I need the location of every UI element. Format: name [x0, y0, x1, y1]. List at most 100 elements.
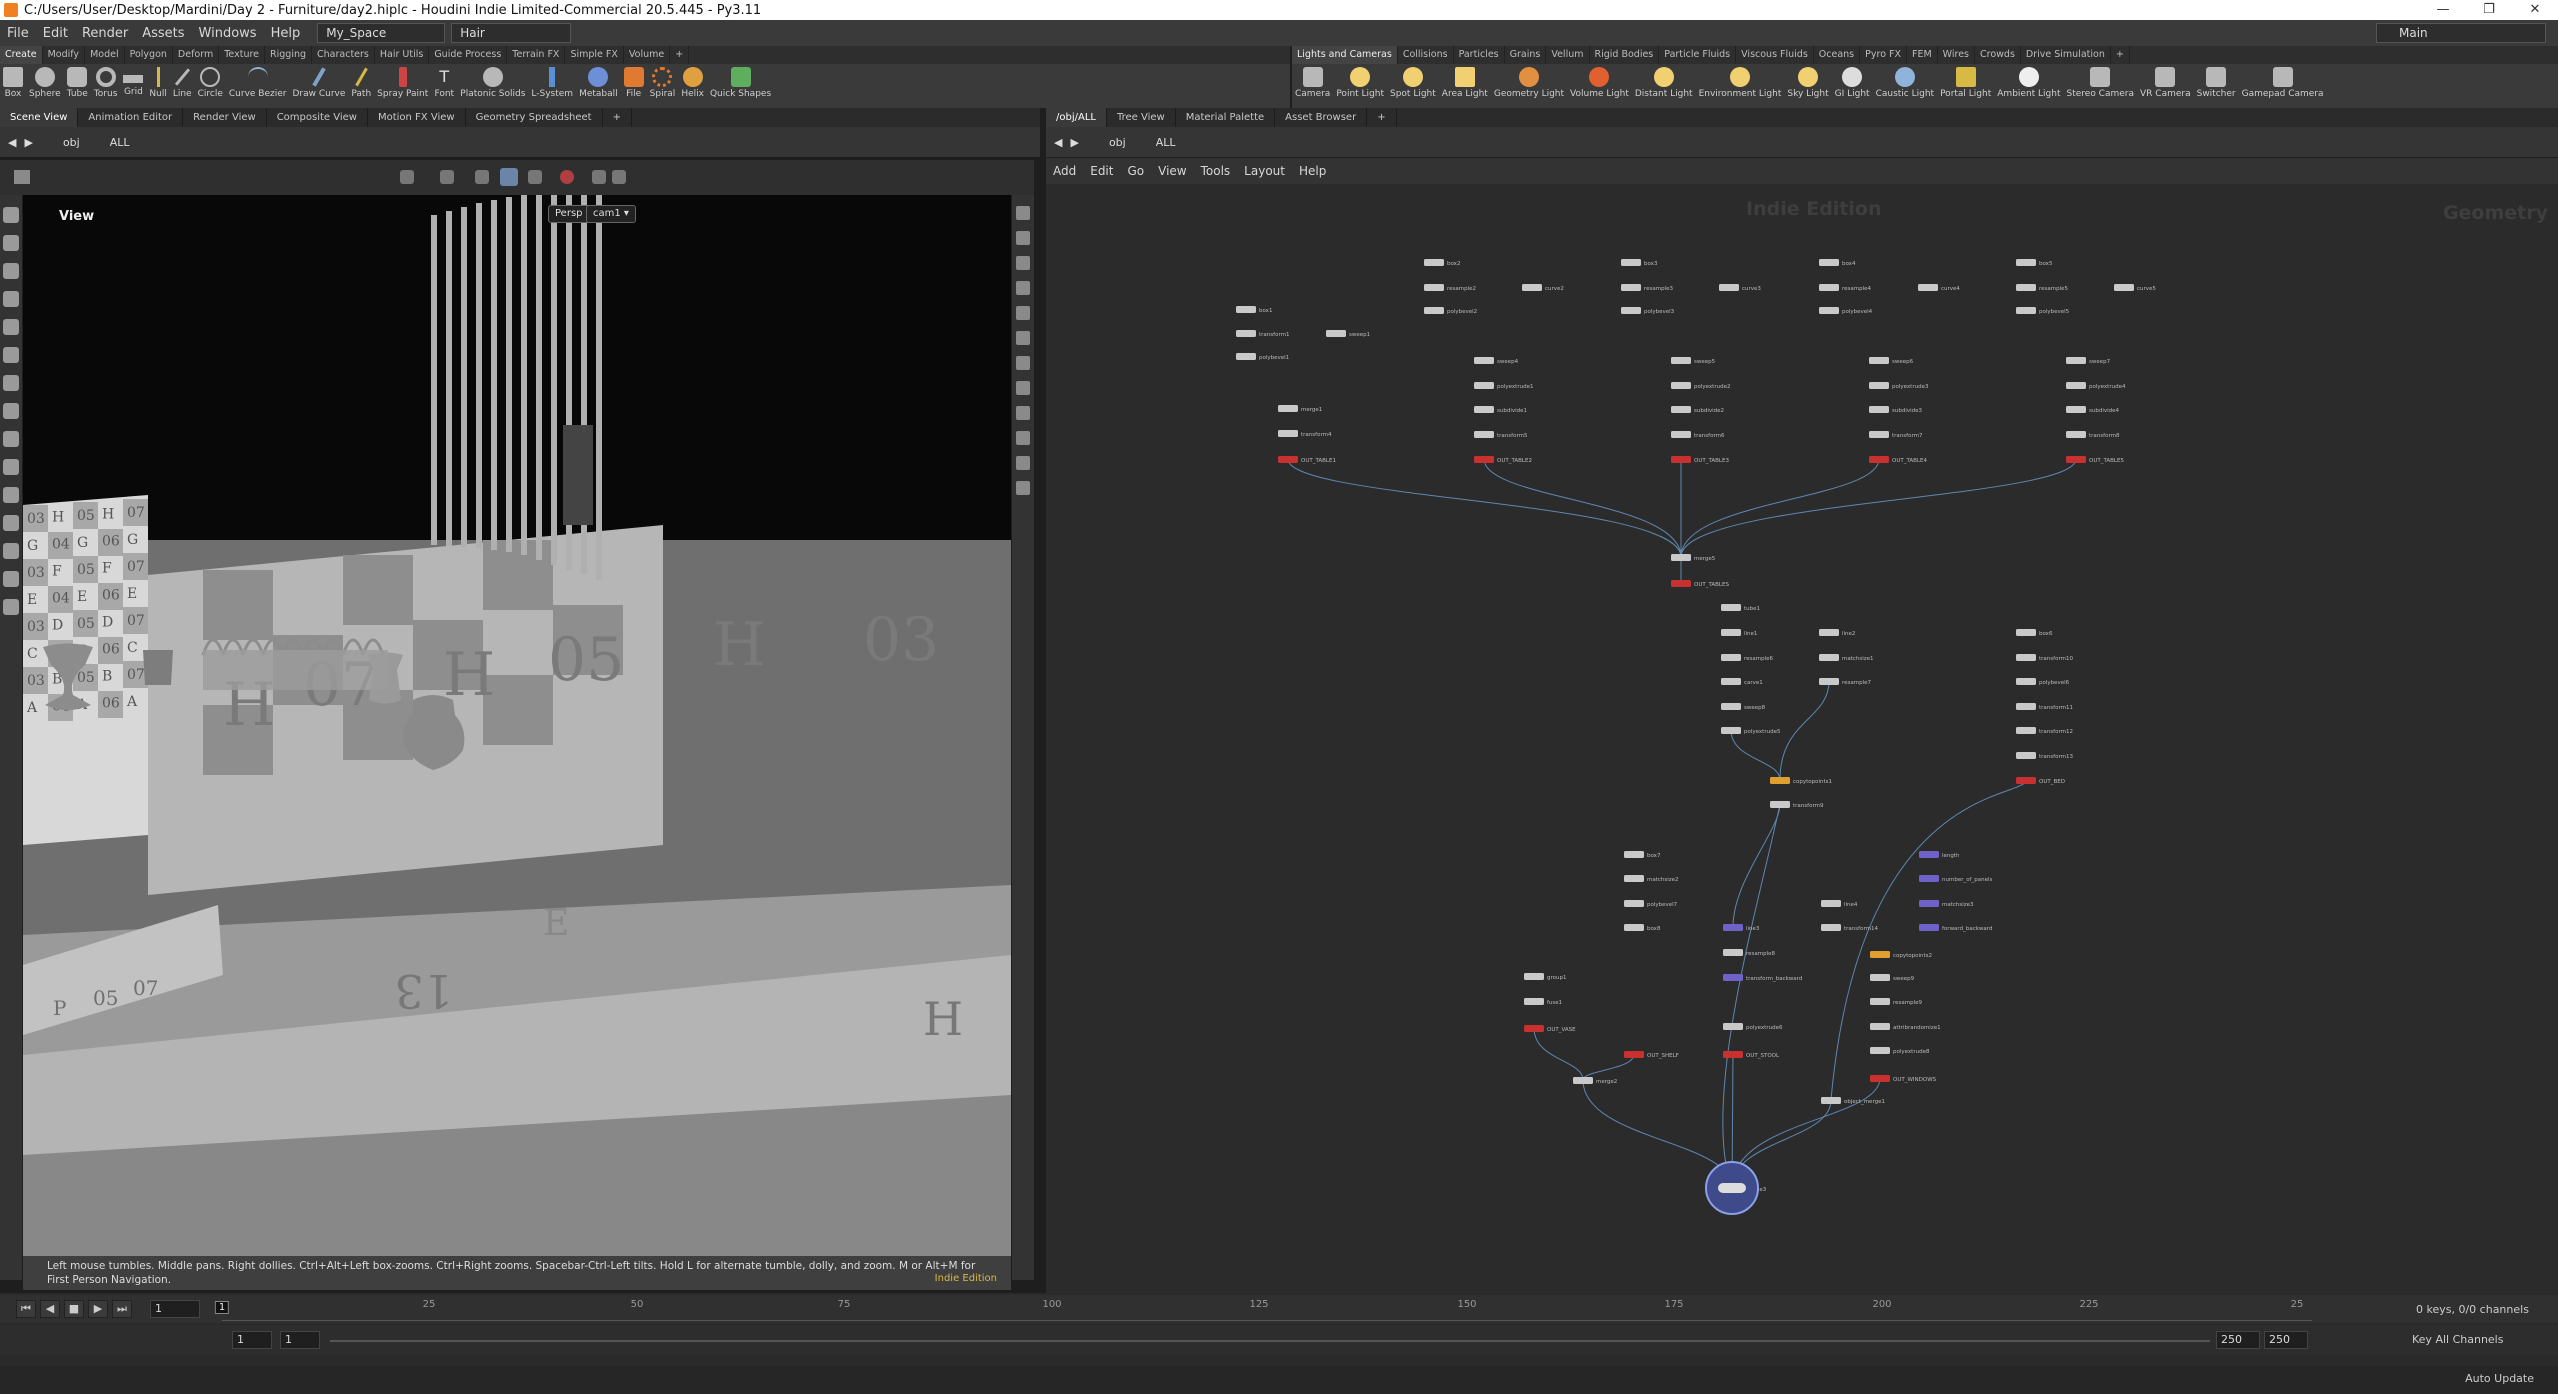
pose-icon[interactable] [3, 263, 19, 279]
tool-portal-light[interactable]: Portal Light [1937, 64, 1994, 99]
network-node[interactable]: copytopoints2 [1870, 951, 1932, 959]
net-menu-help[interactable]: Help [1292, 164, 1333, 178]
network-node[interactable]: fuse1 [1524, 998, 1562, 1006]
merge3-node-body[interactable] [1718, 1183, 1746, 1193]
record-icon[interactable] [560, 170, 574, 184]
tab-composite-view[interactable]: Composite View [267, 108, 368, 127]
node-body[interactable] [1671, 554, 1691, 561]
node-body[interactable] [2016, 284, 2036, 291]
range-start-field[interactable]: 1 [232, 1331, 272, 1349]
magnet-icon[interactable] [3, 487, 19, 503]
point-display-icon[interactable] [1016, 331, 1030, 345]
network-node[interactable]: polyextrude2 [1671, 382, 1730, 390]
network-node[interactable]: transform4 [1278, 430, 1332, 438]
network-node[interactable]: box3 [1621, 259, 1658, 267]
node-body[interactable] [1918, 284, 1938, 291]
node-body[interactable] [1624, 924, 1644, 931]
camera-menu-button[interactable]: cam1 ▾ [586, 205, 636, 223]
network-node[interactable]: resample3 [1621, 284, 1674, 292]
network-node[interactable]: matchsize3 [1919, 900, 1974, 908]
tool-sphere[interactable]: Sphere [26, 64, 64, 99]
grid-snap-icon[interactable] [3, 515, 19, 531]
back-arrow-icon[interactable]: ◀ [8, 136, 16, 149]
shelf-tab-rigid-bodies[interactable]: Rigid Bodies [1590, 46, 1660, 64]
tool-spray-paint[interactable]: Spray Paint [374, 64, 431, 99]
network-node[interactable]: sweep4 [1474, 357, 1519, 365]
network-node[interactable]: polyextrude8 [1870, 1047, 1930, 1055]
shelf-tab-collisions[interactable]: Collisions [1398, 46, 1454, 64]
network-node[interactable]: resample5 [2016, 284, 2069, 292]
node-body[interactable] [1624, 875, 1644, 882]
shelf-tab-oceans[interactable]: Oceans [1814, 46, 1861, 64]
node-body[interactable] [1819, 259, 1839, 266]
lock-icon[interactable] [3, 319, 19, 335]
tool-camera[interactable]: Camera [1292, 64, 1333, 99]
node-body[interactable] [1671, 406, 1691, 413]
node-body[interactable] [1821, 900, 1841, 907]
tab-scene-view[interactable]: Scene View [0, 108, 79, 127]
network-node[interactable]: resample6 [1721, 654, 1774, 662]
node-body[interactable] [2016, 307, 2036, 314]
range-slider-track[interactable] [330, 1340, 2210, 1342]
shelf-tab-viscous-fluids[interactable]: Viscous Fluids [1736, 46, 1814, 64]
network-node[interactable]: OUT_TABLE5 [2066, 456, 2124, 464]
forward-arrow-icon[interactable]: ▶ [1070, 136, 1078, 149]
network-node[interactable]: resample7 [1819, 678, 1872, 686]
node-body[interactable] [1278, 430, 1298, 437]
tab-geometry-spreadsheet[interactable]: Geometry Spreadsheet [466, 108, 603, 127]
move-icon[interactable] [3, 291, 19, 307]
node-body[interactable] [2016, 703, 2036, 710]
tool-spiral[interactable]: Spiral [647, 64, 679, 99]
network-node[interactable]: box4 [1819, 259, 1856, 267]
node-body[interactable] [1869, 431, 1889, 438]
node-body[interactable] [1869, 357, 1889, 364]
menu-help[interactable]: Help [264, 26, 308, 41]
shelf-tab-rigging[interactable]: Rigging [265, 46, 313, 64]
node-body[interactable] [1723, 1023, 1743, 1030]
node-body[interactable] [1819, 678, 1839, 685]
network-node[interactable]: OUT_TABLE4 [1869, 456, 1927, 464]
shelf-tab-modify[interactable]: Modify [43, 46, 86, 64]
shelf-tab-fem[interactable]: FEM [1907, 46, 1938, 64]
node-body[interactable] [1870, 1047, 1890, 1054]
network-node[interactable]: transform13 [2016, 752, 2073, 760]
network-node[interactable]: merge1 [1278, 405, 1322, 413]
network-node[interactable]: transform5 [1474, 431, 1528, 439]
tool-metaball[interactable]: Metaball [576, 64, 621, 99]
network-node[interactable]: OUT_SHELF [1624, 1051, 1679, 1059]
network-node[interactable]: transform8 [2066, 431, 2120, 439]
play-button[interactable]: ▶ [88, 1300, 108, 1318]
display-option-icon[interactable] [528, 170, 542, 184]
tool-line[interactable]: Line [170, 64, 195, 99]
network-node[interactable]: length [1919, 851, 1960, 859]
node-body[interactable] [1870, 1075, 1890, 1082]
rotate-icon[interactable] [3, 403, 19, 419]
node-body[interactable] [1870, 998, 1890, 1005]
tool-gamepad-camera[interactable]: Gamepad Camera [2239, 64, 2327, 99]
play-reverse-button[interactable]: ◀ [40, 1300, 60, 1318]
tab-render-view[interactable]: Render View [183, 108, 267, 127]
shelf-tab-drive-simulation[interactable]: Drive Simulation [2021, 46, 2111, 64]
tool-stereo-camera[interactable]: Stereo Camera [2064, 64, 2138, 99]
shelf-tab-crowds[interactable]: Crowds [1975, 46, 2021, 64]
node-body[interactable] [2114, 284, 2134, 291]
network-node[interactable]: OUT_WINDOWS [1870, 1075, 1937, 1083]
network-node[interactable]: curve3 [1719, 284, 1761, 292]
menu-render[interactable]: Render [75, 26, 135, 41]
tool-switcher[interactable]: Switcher [2194, 64, 2239, 99]
tab-animation-editor[interactable]: Animation Editor [78, 108, 184, 127]
lighting-icon[interactable] [1016, 256, 1030, 270]
node-body[interactable] [1919, 924, 1939, 931]
network-node[interactable]: sweep7 [2066, 357, 2111, 365]
node-body[interactable] [1624, 1051, 1644, 1058]
node-body[interactable] [1721, 703, 1741, 710]
net-menu-add[interactable]: Add [1046, 164, 1083, 178]
node-body[interactable] [1770, 777, 1790, 784]
node-body[interactable] [1671, 456, 1691, 463]
network-node[interactable]: polyextrude6 [1723, 1023, 1783, 1031]
network-node[interactable]: transform10 [2016, 654, 2073, 662]
display-option-icon[interactable] [500, 168, 518, 186]
tool-volume-light[interactable]: Volume Light [1567, 64, 1632, 99]
node-body[interactable] [2016, 678, 2036, 685]
node-body[interactable] [1424, 259, 1444, 266]
